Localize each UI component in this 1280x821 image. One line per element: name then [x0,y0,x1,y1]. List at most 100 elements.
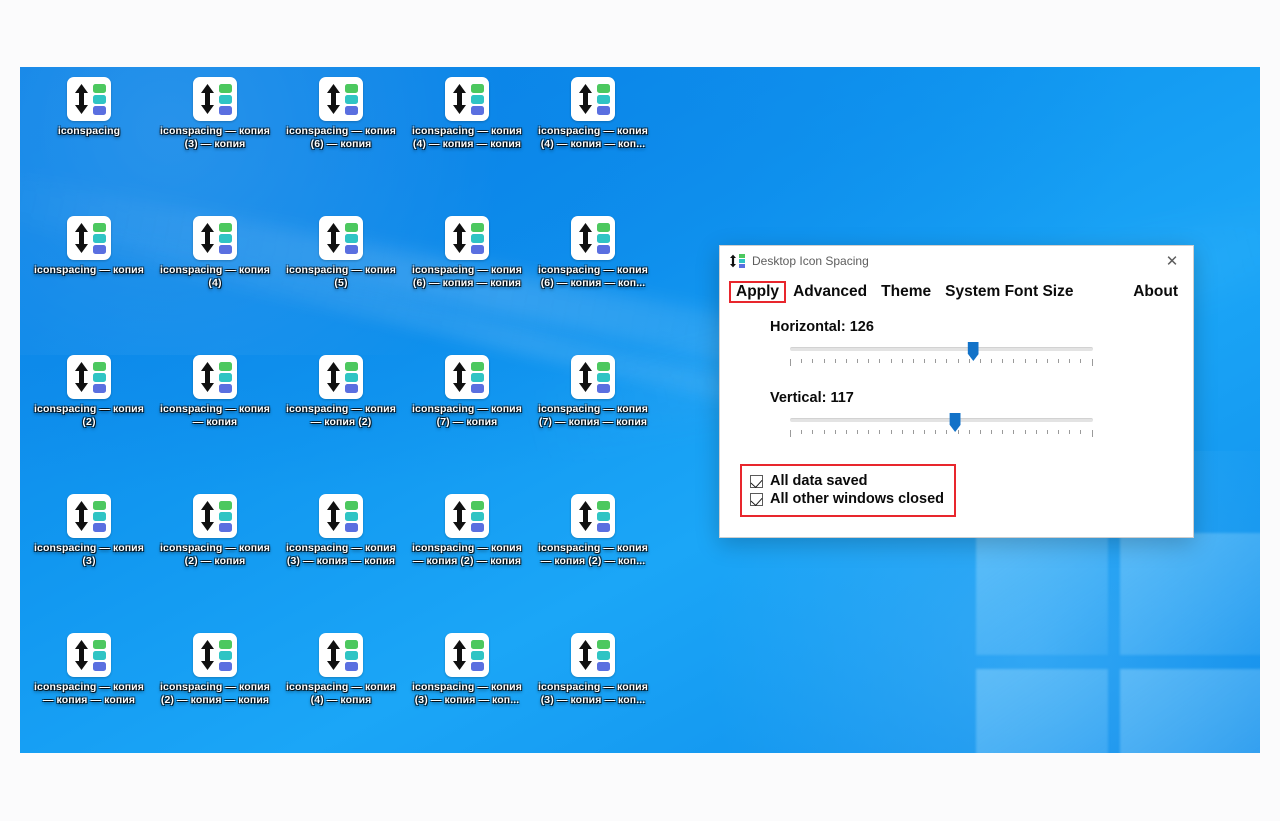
desktop-icon[interactable]: iconspacing — копия (6) — копия — копия [404,210,530,349]
desktop-icon[interactable]: iconspacing — копия (3) — копия — коп... [530,627,656,753]
slider-vertical[interactable] [790,413,1093,439]
slider-tick [801,359,803,363]
slider-horizontal[interactable] [790,342,1093,368]
desktop-icon[interactable]: iconspacing — копия — копия (2) [278,349,404,488]
slider-tick [868,359,870,363]
color-tiles-icon [739,254,745,268]
desktop-icon[interactable]: iconspacing — копия (7) — копия — копия [530,349,656,488]
menu-item-advanced[interactable]: Advanced [786,281,874,303]
double-arrow-icon [200,362,214,392]
slider-tick [1058,430,1060,434]
slider-tick [857,430,859,434]
desktop-icon[interactable]: iconspacing — копия (5) [278,210,404,349]
slider-tick [834,359,836,363]
desktop-icon[interactable]: iconspacing — копия (6) — копия — коп... [530,210,656,349]
slider-tick [901,430,903,434]
double-arrow-icon [74,84,88,114]
iconspacing-app-icon [445,633,489,677]
wallpaper-pane [1120,533,1260,655]
checkbox-row[interactable]: All other windows closed [750,491,944,507]
double-arrow-icon [452,501,466,531]
wallpaper-pane [1120,669,1260,753]
desktop-icon[interactable]: iconspacing — копия (3) — копия — копия [278,488,404,627]
checkbox-row[interactable]: All data saved [750,473,944,489]
slider-block-vertical: Vertical: 117 [720,390,1193,439]
desktop-icon-label: iconspacing — копия (2) — копия — копия [160,681,270,706]
desktop-icon[interactable]: iconspacing — копия (6) — копия [278,71,404,210]
iconspacing-app-icon [445,216,489,260]
menu-item-theme[interactable]: Theme [874,281,938,303]
slider-tick [912,430,914,434]
slider-tick [868,430,870,434]
menu-item-system-font-size[interactable]: System Font Size [938,281,1080,303]
color-tiles-icon [218,361,232,393]
iconspacing-app-icon [571,216,615,260]
slider-tick [1002,359,1004,363]
slider-tick [1069,359,1071,363]
double-arrow-icon [200,84,214,114]
desktop-icon[interactable]: iconspacing — копия (4) — копия — коп... [530,71,656,210]
double-arrow-icon [578,84,592,114]
window-titlebar[interactable]: Desktop Icon Spacing ✕ [720,246,1193,276]
color-tiles-icon [596,639,610,671]
checkbox-checked-icon[interactable] [750,474,763,488]
desktop-icon[interactable]: iconspacing — копия — копия (2) — коп... [530,488,656,627]
double-arrow-icon [200,223,214,253]
desktop-icon[interactable]: iconspacing — копия (4) — копия [278,627,404,753]
slider-track-vertical[interactable] [790,418,1093,422]
desktop-icon[interactable]: iconspacing — копия (4) [152,210,278,349]
desktop-icon[interactable]: iconspacing [26,71,152,210]
slider-tick [957,430,959,434]
desktop-icon[interactable]: iconspacing — копия (4) — копия — копия [404,71,530,210]
iconspacing-app-icon [571,494,615,538]
desktop-icon[interactable]: iconspacing — копия (2) [26,349,152,488]
desktop-icon-label: iconspacing — копия (4) [160,264,270,289]
desktop-icon[interactable]: iconspacing — копия (7) — копия [404,349,530,488]
desktop-icon[interactable]: iconspacing — копия (3) — копия — коп... [404,627,530,753]
double-arrow-icon [578,640,592,670]
desktop-icon-grid: iconspacing iconspacing — копия (3) — коп… [26,71,656,753]
slider-tick [890,430,892,434]
iconspacing-app-icon [193,494,237,538]
checkbox-label: All data saved [770,473,868,489]
desktop-icon[interactable]: iconspacing — копия (3) [26,488,152,627]
desktop-icon[interactable]: iconspacing — копия — копия — копия [26,627,152,753]
slider-tick [845,359,847,363]
slider-tick [979,430,981,434]
color-tiles-icon [218,83,232,115]
checkbox-checked-icon[interactable] [750,492,763,506]
desktop-icon[interactable]: iconspacing — копия — копия (2) — копия [404,488,530,627]
desktop-icon-label: iconspacing — копия — копия (2) [286,403,396,428]
slider-tick [1035,430,1037,434]
desktop-icon[interactable]: iconspacing — копия — копия [152,349,278,488]
slider-tick [968,430,970,434]
desktop-icon[interactable]: iconspacing — копия [26,210,152,349]
desktop-icon-label: iconspacing — копия (6) — копия [286,125,396,150]
desktop-icon[interactable]: iconspacing — копия (2) — копия [152,488,278,627]
iconspacing-app-icon [319,355,363,399]
slider-tick [790,359,791,366]
desktop-icon[interactable]: iconspacing — копия (3) — копия [152,71,278,210]
menu-item-about[interactable]: About [1126,281,1185,303]
slider-ticks-vertical [790,430,1093,438]
slider-tick [1013,359,1015,363]
double-arrow-icon [730,254,736,268]
desktop-icon-spacing-window[interactable]: Desktop Icon Spacing ✕ Apply Advanced Them… [719,245,1194,538]
slider-tick [1035,359,1037,363]
double-arrow-icon [74,501,88,531]
wallpaper-pane [976,533,1108,655]
close-icon[interactable]: ✕ [1151,246,1193,276]
slider-tick [845,430,847,434]
double-arrow-icon [200,501,214,531]
double-arrow-icon [74,223,88,253]
window-title: Desktop Icon Spacing [752,254,869,268]
double-arrow-icon [578,223,592,253]
slider-track-horizontal[interactable] [790,347,1093,351]
iconspacing-app-icon [193,77,237,121]
slider-label-horizontal: Horizontal: 126 [770,319,874,335]
double-arrow-icon [326,501,340,531]
desktop-icon[interactable]: iconspacing — копия (2) — копия — копия [152,627,278,753]
desktop-icon-label: iconspacing — копия (3) — копия — копия [286,542,396,567]
desktop-icon-label: iconspacing — копия [34,264,144,276]
menu-item-apply[interactable]: Apply [729,280,787,303]
